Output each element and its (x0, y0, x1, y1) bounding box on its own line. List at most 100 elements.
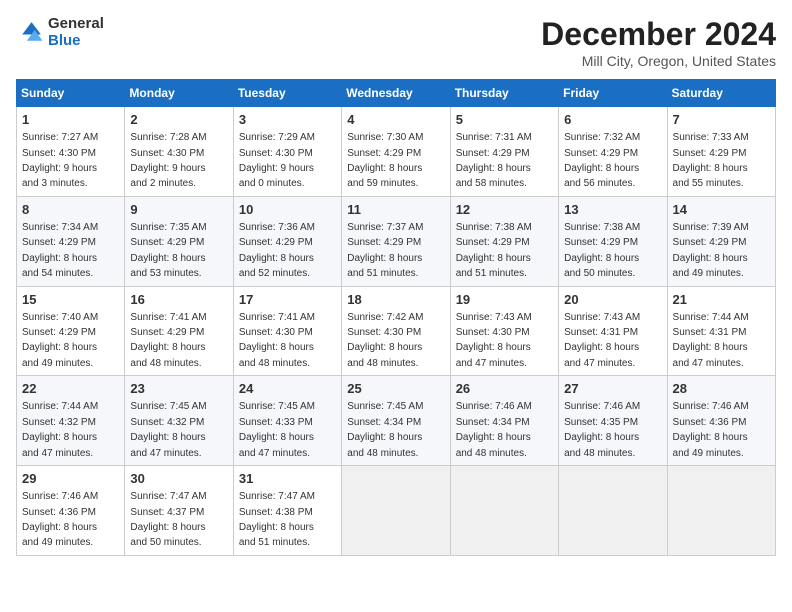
day-info: Sunrise: 7:36 AM Sunset: 4:29 PM Dayligh… (239, 222, 315, 279)
calendar-cell: 8 Sunrise: 7:34 AM Sunset: 4:29 PM Daylig… (17, 196, 125, 286)
day-info: Sunrise: 7:40 AM Sunset: 4:29 PM Dayligh… (22, 312, 98, 369)
day-number: 31 (239, 470, 336, 488)
day-info: Sunrise: 7:46 AM Sunset: 4:35 PM Dayligh… (564, 401, 640, 458)
calendar-cell: 9Sunrise: 7:35 AM Sunset: 4:29 PM Daylig… (125, 196, 233, 286)
calendar-cell: 4 Sunrise: 7:30 AM Sunset: 4:29 PM Daylig… (342, 107, 450, 197)
calendar-cell: 21 Sunrise: 7:44 AM Sunset: 4:31 PM Dayli… (667, 286, 775, 376)
week-row-2: 8 Sunrise: 7:34 AM Sunset: 4:29 PM Daylig… (17, 196, 776, 286)
calendar-cell: 16 Sunrise: 7:41 AM Sunset: 4:29 PM Dayli… (125, 286, 233, 376)
week-row-3: 15 Sunrise: 7:40 AM Sunset: 4:29 PM Dayli… (17, 286, 776, 376)
day-number: 16 (130, 291, 227, 309)
day-info: Sunrise: 7:28 AM Sunset: 4:30 PM Dayligh… (130, 132, 206, 189)
title-block: December 2024 Mill City, Oregon, United … (541, 16, 776, 69)
day-number: 26 (456, 380, 553, 398)
weekday-monday: Monday (125, 80, 233, 107)
day-info: Sunrise: 7:27 AM Sunset: 4:30 PM Dayligh… (22, 132, 98, 189)
day-info: Sunrise: 7:38 AM Sunset: 4:29 PM Dayligh… (456, 222, 532, 279)
day-info: Sunrise: 7:47 AM Sunset: 4:38 PM Dayligh… (239, 491, 315, 548)
calendar-cell: 3Sunrise: 7:29 AM Sunset: 4:30 PM Daylig… (233, 107, 341, 197)
week-row-1: 1 Sunrise: 7:27 AM Sunset: 4:30 PM Daylig… (17, 107, 776, 197)
calendar-cell: 26 Sunrise: 7:46 AM Sunset: 4:34 PM Dayli… (450, 376, 558, 466)
day-info: Sunrise: 7:32 AM Sunset: 4:29 PM Dayligh… (564, 132, 640, 189)
calendar-cell: 5 Sunrise: 7:31 AM Sunset: 4:29 PM Daylig… (450, 107, 558, 197)
day-info: Sunrise: 7:37 AM Sunset: 4:29 PM Dayligh… (347, 222, 423, 279)
day-info: Sunrise: 7:45 AM Sunset: 4:34 PM Dayligh… (347, 401, 423, 458)
week-row-4: 22 Sunrise: 7:44 AM Sunset: 4:32 PM Dayli… (17, 376, 776, 466)
day-info: Sunrise: 7:45 AM Sunset: 4:32 PM Dayligh… (130, 401, 206, 458)
weekday-saturday: Saturday (667, 80, 775, 107)
day-number: 7 (673, 111, 770, 129)
day-number: 25 (347, 380, 444, 398)
weekday-friday: Friday (559, 80, 667, 107)
calendar-cell: 30 Sunrise: 7:47 AM Sunset: 4:37 PM Dayli… (125, 466, 233, 556)
day-info: Sunrise: 7:31 AM Sunset: 4:29 PM Dayligh… (456, 132, 532, 189)
day-info: Sunrise: 7:43 AM Sunset: 4:30 PM Dayligh… (456, 312, 532, 369)
day-number: 14 (673, 201, 770, 219)
day-number: 4 (347, 111, 444, 129)
weekday-sunday: Sunday (17, 80, 125, 107)
day-number: 12 (456, 201, 553, 219)
weekday-tuesday: Tuesday (233, 80, 341, 107)
day-info: Sunrise: 7:30 AM Sunset: 4:29 PM Dayligh… (347, 132, 423, 189)
calendar-cell (450, 466, 558, 556)
day-info: Sunrise: 7:35 AM Sunset: 4:29 PM Dayligh… (130, 222, 206, 279)
day-number: 30 (130, 470, 227, 488)
day-number: 21 (673, 291, 770, 309)
day-info: Sunrise: 7:29 AM Sunset: 4:30 PM Dayligh… (239, 132, 315, 189)
day-number: 13 (564, 201, 661, 219)
calendar-cell: 27 Sunrise: 7:46 AM Sunset: 4:35 PM Dayli… (559, 376, 667, 466)
day-number: 8 (22, 201, 119, 219)
day-info: Sunrise: 7:46 AM Sunset: 4:36 PM Dayligh… (673, 401, 749, 458)
calendar-cell: 6 Sunrise: 7:32 AM Sunset: 4:29 PM Daylig… (559, 107, 667, 197)
calendar-subtitle: Mill City, Oregon, United States (541, 53, 776, 69)
calendar-cell: 12 Sunrise: 7:38 AM Sunset: 4:29 PM Dayli… (450, 196, 558, 286)
day-number: 24 (239, 380, 336, 398)
calendar-cell: 2Sunrise: 7:28 AM Sunset: 4:30 PM Daylig… (125, 107, 233, 197)
header: General Blue December 2024 Mill City, Or… (16, 16, 776, 69)
calendar-cell: 24Sunrise: 7:45 AM Sunset: 4:33 PM Dayli… (233, 376, 341, 466)
logo-icon (16, 19, 44, 47)
calendar-cell: 18Sunrise: 7:42 AM Sunset: 4:30 PM Dayli… (342, 286, 450, 376)
day-number: 1 (22, 111, 119, 129)
day-info: Sunrise: 7:41 AM Sunset: 4:30 PM Dayligh… (239, 312, 315, 369)
day-number: 23 (130, 380, 227, 398)
day-number: 28 (673, 380, 770, 398)
calendar-cell: 1 Sunrise: 7:27 AM Sunset: 4:30 PM Daylig… (17, 107, 125, 197)
day-number: 5 (456, 111, 553, 129)
calendar-cell: 29Sunrise: 7:46 AM Sunset: 4:36 PM Dayli… (17, 466, 125, 556)
calendar-cell: 17Sunrise: 7:41 AM Sunset: 4:30 PM Dayli… (233, 286, 341, 376)
calendar-cell (559, 466, 667, 556)
day-number: 15 (22, 291, 119, 309)
day-info: Sunrise: 7:33 AM Sunset: 4:29 PM Dayligh… (673, 132, 749, 189)
weekday-wednesday: Wednesday (342, 80, 450, 107)
day-number: 27 (564, 380, 661, 398)
day-number: 6 (564, 111, 661, 129)
calendar-body: 1 Sunrise: 7:27 AM Sunset: 4:30 PM Daylig… (17, 107, 776, 556)
calendar-cell: 23 Sunrise: 7:45 AM Sunset: 4:32 PM Dayli… (125, 376, 233, 466)
calendar-cell (342, 466, 450, 556)
day-info: Sunrise: 7:44 AM Sunset: 4:31 PM Dayligh… (673, 312, 749, 369)
calendar-cell: 19 Sunrise: 7:43 AM Sunset: 4:30 PM Dayli… (450, 286, 558, 376)
calendar-cell: 15 Sunrise: 7:40 AM Sunset: 4:29 PM Dayli… (17, 286, 125, 376)
calendar-cell: 25 Sunrise: 7:45 AM Sunset: 4:34 PM Dayli… (342, 376, 450, 466)
calendar-cell: 31 Sunrise: 7:47 AM Sunset: 4:38 PM Dayli… (233, 466, 341, 556)
calendar-cell: 13Sunrise: 7:38 AM Sunset: 4:29 PM Dayli… (559, 196, 667, 286)
day-info: Sunrise: 7:41 AM Sunset: 4:29 PM Dayligh… (130, 312, 206, 369)
calendar-title: December 2024 (541, 16, 776, 53)
day-number: 19 (456, 291, 553, 309)
day-info: Sunrise: 7:46 AM Sunset: 4:34 PM Dayligh… (456, 401, 532, 458)
day-number: 29 (22, 470, 119, 488)
logo: General Blue (16, 16, 104, 49)
calendar-table: SundayMondayTuesdayWednesdayThursdayFrid… (16, 79, 776, 556)
day-info: Sunrise: 7:34 AM Sunset: 4:29 PM Dayligh… (22, 222, 98, 279)
weekday-thursday: Thursday (450, 80, 558, 107)
day-number: 10 (239, 201, 336, 219)
calendar-cell: 10 Sunrise: 7:36 AM Sunset: 4:29 PM Dayli… (233, 196, 341, 286)
calendar-cell (667, 466, 775, 556)
weekday-header: SundayMondayTuesdayWednesdayThursdayFrid… (17, 80, 776, 107)
day-info: Sunrise: 7:47 AM Sunset: 4:37 PM Dayligh… (130, 491, 206, 548)
day-info: Sunrise: 7:44 AM Sunset: 4:32 PM Dayligh… (22, 401, 98, 458)
calendar-cell: 28 Sunrise: 7:46 AM Sunset: 4:36 PM Dayli… (667, 376, 775, 466)
day-number: 22 (22, 380, 119, 398)
calendar-cell: 11Sunrise: 7:37 AM Sunset: 4:29 PM Dayli… (342, 196, 450, 286)
